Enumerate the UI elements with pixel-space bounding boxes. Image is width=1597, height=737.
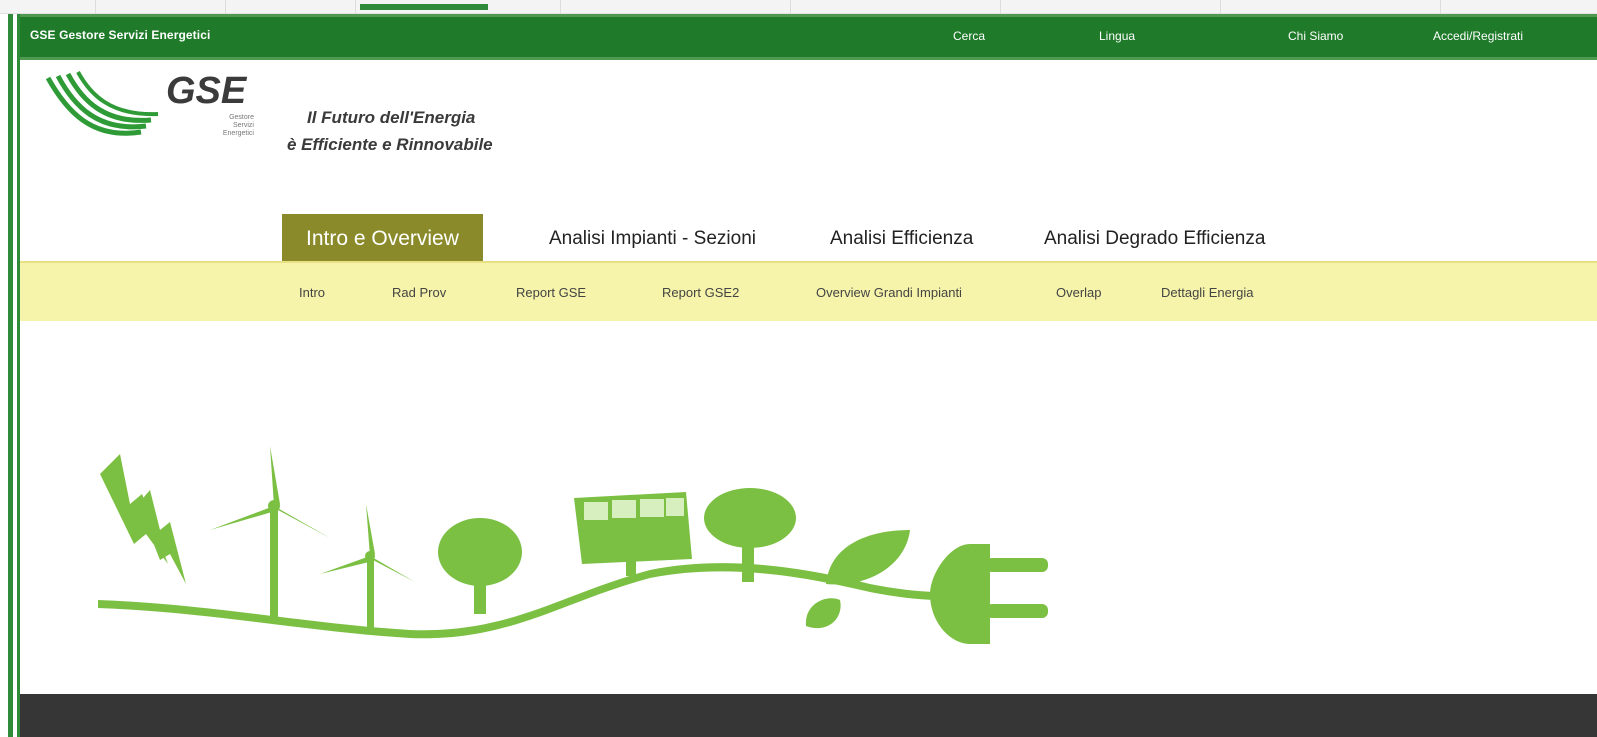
subnav-report-gse[interactable]: Report GSE — [516, 285, 586, 300]
tab-divider — [1000, 0, 1001, 14]
spreadsheet-tab-strip — [0, 0, 1597, 14]
tab-divider — [1440, 0, 1441, 14]
subnav-rad-prov[interactable]: Rad Prov — [392, 285, 446, 300]
footer — [20, 694, 1597, 737]
logo-swoosh-icon — [45, 71, 159, 136]
active-sheet-tab[interactable] — [360, 4, 488, 10]
sub-nav: Intro Rad Prov Report GSE Report GSE2 Ov… — [20, 261, 1597, 321]
tagline: Il Futuro dell'Energia è Efficiente e Ri… — [287, 104, 493, 158]
page-content: GSE Gestore Servizi Energetici Cerca Lin… — [20, 14, 1597, 737]
tab-divider — [95, 0, 96, 14]
tab-divider — [1220, 0, 1221, 14]
logo-text: GSE — [166, 70, 247, 112]
tab-analisi-degrado-efficienza[interactable]: Analisi Degrado Efficienza — [1044, 214, 1265, 262]
app-window: GSE Gestore Servizi Energetici Cerca Lin… — [0, 0, 1597, 737]
subnav-report-gse2[interactable]: Report GSE2 — [662, 285, 739, 300]
top-bar: GSE Gestore Servizi Energetici Cerca Lin… — [20, 14, 1597, 60]
left-border-inner — [13, 14, 17, 737]
topnav-accedi-registrati[interactable]: Accedi/Registrati — [1433, 29, 1523, 43]
tab-intro-e-overview[interactable]: Intro e Overview — [282, 214, 483, 262]
logo-subtitle: Gestore Servizi Energetici — [194, 114, 254, 138]
renewable-energy-illustration-icon — [98, 446, 1048, 644]
tab-divider — [355, 0, 356, 14]
tab-divider — [560, 0, 561, 14]
brand-name[interactable]: GSE Gestore Servizi Energetici — [30, 28, 210, 42]
tab-analisi-efficienza[interactable]: Analisi Efficienza — [830, 214, 973, 262]
logo-sub-line: Energetici — [222, 130, 254, 137]
subnav-dettagli-energia[interactable]: Dettagli Energia — [1161, 285, 1254, 300]
tab-analisi-impianti-sezioni[interactable]: Analisi Impianti - Sezioni — [549, 214, 756, 262]
topnav-cerca[interactable]: Cerca — [953, 29, 985, 43]
tab-divider — [225, 0, 226, 14]
gse-logo[interactable]: GSE Gestore Servizi Energetici — [45, 70, 254, 160]
tagline-line-1: Il Futuro dell'Energia — [307, 108, 476, 127]
tagline-line-2: è Efficiente e Rinnovabile — [287, 135, 493, 154]
topnav-chi-siamo[interactable]: Chi Siamo — [1288, 29, 1343, 43]
subnav-intro[interactable]: Intro — [299, 285, 325, 300]
tab-divider — [790, 0, 791, 14]
topnav-lingua[interactable]: Lingua — [1099, 29, 1135, 43]
logo-sub-line: Servizi — [232, 122, 254, 129]
subnav-overview-grandi-impianti[interactable]: Overview Grandi Impianti — [816, 285, 962, 300]
subnav-overlap[interactable]: Overlap — [1056, 285, 1102, 300]
logo-sub-line: Gestore — [229, 114, 254, 121]
